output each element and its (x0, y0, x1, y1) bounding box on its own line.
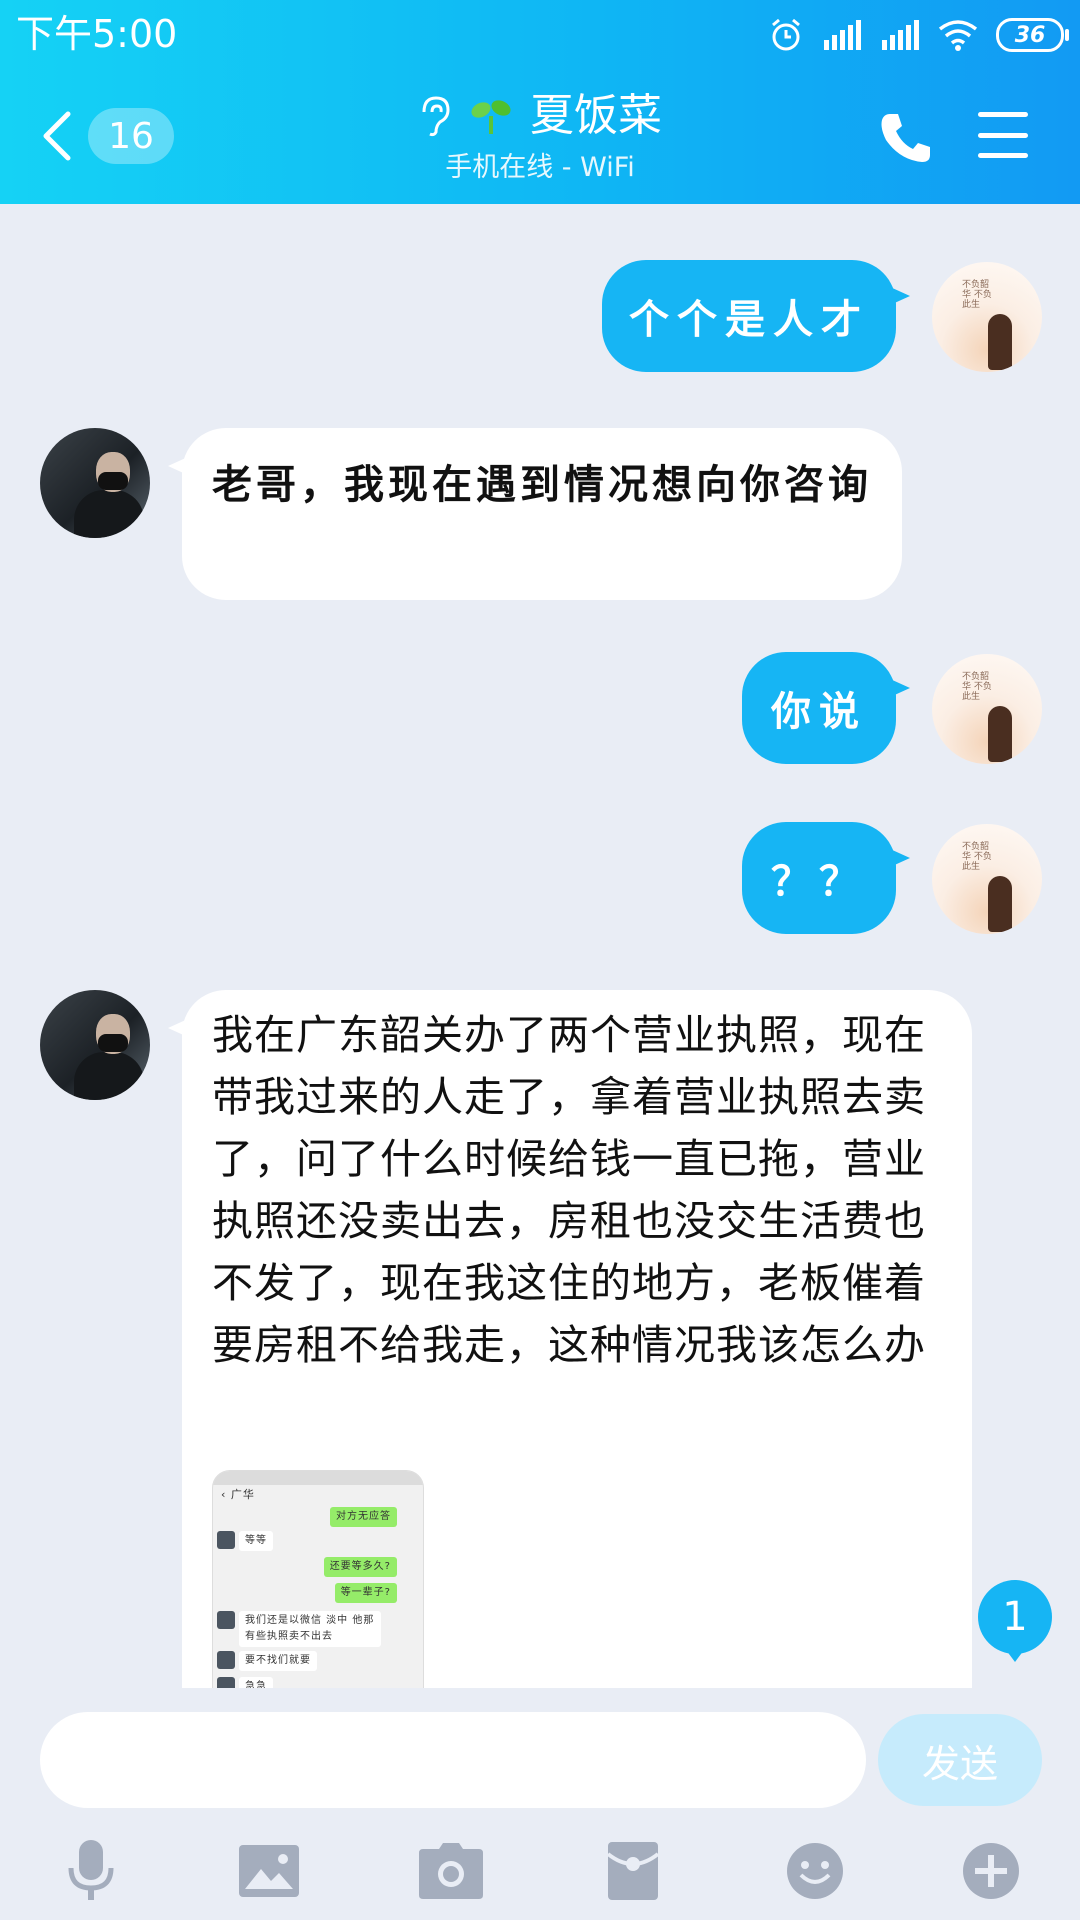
message-list[interactable]: 不负韶华 不负此生 个个是人才 老哥，我现在遇到情况想向你咨询 不负韶华 不负此… (0, 204, 1080, 1688)
thumbnail-msg: 我们还是以微信 淡中 他那有些执照卖不出去 (239, 1611, 381, 1647)
message-bubble-incoming[interactable]: 我在广东韶关办了两个营业执照，现在带我过来的人走了，拿着营业执照去卖了，问了什么… (168, 990, 972, 1688)
wifi-icon (938, 20, 978, 51)
message-bubble-outgoing[interactable]: ？？ (742, 822, 910, 934)
thumbnail-msg: 等一辈子? (334, 1583, 397, 1603)
camera-button[interactable] (416, 1836, 486, 1906)
message-text: ？？ (771, 858, 867, 905)
chat-title-area[interactable]: 夏饭菜 手机在线 - WiFi (340, 88, 740, 188)
thumbnail-avatar (217, 1611, 235, 1629)
image-attachment[interactable]: ‹ 广华 对方无应答 等等 还要等多久? 等一辈子? 我们还是以微信 淡中 他那… (212, 1470, 424, 1688)
presence-status: 手机在线 - WiFi (445, 152, 635, 183)
emoji-button[interactable] (780, 1836, 850, 1906)
message-input[interactable] (40, 1712, 866, 1808)
my-avatar[interactable]: 不负韶华 不负此生 (932, 654, 1042, 764)
ear-icon (422, 96, 450, 137)
message-bubble-incoming[interactable]: 老哥，我现在遇到情况想向你咨询 (168, 428, 902, 600)
message-text: 老哥，我现在遇到情况想向你咨询 (212, 461, 872, 508)
signal-icon-2 (882, 20, 919, 50)
emoji-icon (787, 1843, 843, 1899)
thumbnail-avatar (217, 1651, 235, 1669)
contact-avatar[interactable] (40, 990, 150, 1100)
alarm-icon (772, 18, 800, 51)
thumbnail-msg: 要不找们就要 (239, 1651, 317, 1671)
my-avatar[interactable]: 不负韶华 不负此生 (932, 262, 1042, 372)
message-text: 个个是人才 (629, 296, 869, 343)
plus-icon (963, 1843, 1019, 1899)
red-packet-button[interactable] (598, 1836, 668, 1906)
battery-indicator: 36 (996, 18, 1069, 52)
thumbnail-title: ‹ 广华 (221, 1488, 255, 1501)
thumbnail-msg: 对方无应答 (330, 1507, 397, 1527)
signal-icon (824, 20, 861, 50)
red-packet-icon (606, 1842, 660, 1900)
thumbnail-avatar (217, 1677, 235, 1688)
my-avatar[interactable]: 不负韶华 不负此生 (932, 824, 1042, 934)
send-button[interactable]: 发送 (878, 1714, 1042, 1806)
status-time: 下午5:00 (16, 12, 178, 56)
thumbnail-msg: 等等 (239, 1531, 273, 1551)
back-unread-count: 16 (88, 108, 174, 164)
message-bubble-outgoing[interactable]: 个个是人才 (602, 260, 910, 372)
status-icons: 36 (768, 14, 1069, 56)
message-text: 你说 (771, 688, 867, 735)
menu-button[interactable] (978, 112, 1028, 158)
message-text: 我在广东韶关办了两个营业执照，现在带我过来的人走了，拿着营业执照去卖了，问了什么… (212, 1011, 926, 1369)
image-button[interactable] (234, 1836, 304, 1906)
camera-icon (419, 1843, 483, 1899)
thumbnail-avatar (217, 1531, 235, 1549)
thumbnail-msg: 还要等多久? (323, 1557, 397, 1577)
voice-button[interactable] (56, 1836, 126, 1906)
message-bubble-outgoing[interactable]: 你说 (742, 652, 910, 764)
thumbnail-msg: 急急 (239, 1677, 273, 1688)
contact-avatar[interactable] (40, 428, 150, 538)
chevron-left-icon (43, 111, 71, 161)
new-message-badge[interactable]: 1 (978, 1580, 1052, 1662)
mic-icon (68, 1840, 114, 1900)
back-button[interactable]: 16 (40, 104, 180, 168)
contact-name: 夏饭菜 (530, 90, 662, 141)
sprout-icon (471, 100, 511, 134)
input-bar: 发送 (0, 1688, 1080, 1920)
more-button[interactable] (956, 1836, 1026, 1906)
phone-icon[interactable] (876, 108, 936, 168)
chat-header: 下午5:00 36 16 夏饭菜 手机在线 - WiFi (0, 0, 1080, 204)
image-icon (239, 1845, 299, 1897)
